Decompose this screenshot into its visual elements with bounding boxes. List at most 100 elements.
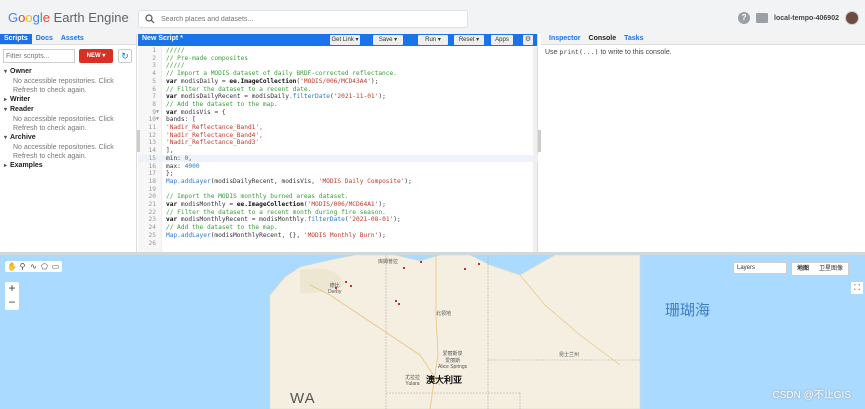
rectangle-icon[interactable]: ▭ <box>51 262 60 271</box>
code-line[interactable]: 18 Map.addLayer(modisDailyRecent, modisVi… <box>138 178 538 186</box>
line-number: 18 <box>148 177 156 185</box>
tab-tasks[interactable]: Tasks <box>620 34 647 44</box>
code-line[interactable]: 21 var modisMonthly = ee.ImageCollection(… <box>138 201 538 209</box>
zoom-in-button[interactable]: + <box>5 282 19 296</box>
code-text: var modisMonthlyRecent = modisMonthly.fi… <box>166 216 401 224</box>
code-line[interactable]: 15 min: 0, <box>138 154 538 163</box>
line-number: 21 <box>148 201 156 208</box>
search-box[interactable] <box>138 10 468 28</box>
earth-engine-logo[interactable]: Google Earth Engine <box>8 10 129 25</box>
code-line[interactable]: 11 'Nadir_Reflectance_Band1', <box>138 124 538 132</box>
layers-control[interactable]: Layers <box>733 262 787 274</box>
tab-docs[interactable]: Docs <box>32 34 57 44</box>
code-line[interactable]: 20 // Import the MODIS monthly burned are… <box>138 193 538 201</box>
code-line[interactable]: 22 // Filter the dataset to a recent mont… <box>138 209 538 217</box>
code-line[interactable]: 4 // Import a MODIS dataset of daily BRDF… <box>138 70 538 78</box>
code-line[interactable]: 10 ▼ bands: [ <box>138 116 538 124</box>
code-line[interactable]: 17}; <box>138 170 538 178</box>
project-selector[interactable]: local-tempo-406902 <box>774 15 839 22</box>
reset-label: Reset <box>458 37 475 43</box>
code-text: // Pre-made composites <box>166 54 248 62</box>
tree-empty-message: Refresh to check again. <box>13 125 87 132</box>
gear-icon[interactable]: ⚙ <box>523 35 533 45</box>
search-icon <box>145 14 155 24</box>
tab-inspector[interactable]: Inspector <box>545 34 585 44</box>
tree-node-label: Examples <box>10 162 43 169</box>
code-area[interactable]: 1 ///// 2 // Pre-made composites 3 ///// 4 // I… <box>138 47 538 252</box>
code-line[interactable]: 6 // Filter the dataset to a recent date. <box>138 86 538 94</box>
code-line[interactable]: 5 var modisDaily = ee.ImageCollection('MO… <box>138 78 538 86</box>
left-resize-handle[interactable] <box>137 130 140 152</box>
run-button[interactable]: Run ▾ <box>418 35 448 45</box>
line-number: 23 <box>148 216 156 224</box>
code-line[interactable]: 26 <box>138 240 538 248</box>
code-line[interactable]: 1 ///// <box>138 47 538 55</box>
code-line[interactable]: 8 // Add the dataset to the map. <box>138 101 538 109</box>
avatar[interactable] <box>845 11 859 25</box>
app-root: Google Earth Engine ? local-tempo-406902… <box>0 0 865 409</box>
reset-button[interactable]: Reset ▾ <box>454 35 484 45</box>
tree-node-archive[interactable]: ▾ Archive <box>4 133 134 143</box>
code-line[interactable]: 14], <box>138 147 538 155</box>
fullscreen-icon[interactable]: ⛶ <box>851 282 863 294</box>
code-line[interactable]: 24 // Add the dataset to the map. <box>138 224 538 232</box>
feedback-icon[interactable] <box>756 13 769 23</box>
help-icon[interactable]: ? <box>738 12 751 24</box>
code-line[interactable]: 16 max: 4000 <box>138 163 538 171</box>
filter-scripts-input[interactable] <box>3 49 75 63</box>
code-line[interactable]: 9 ▼ var modisVis = { <box>138 109 538 117</box>
fold-arrow-icon[interactable]: ▼ <box>156 109 162 117</box>
code-line[interactable]: 23 var modisMonthlyRecent = modisMonthly.… <box>138 216 538 224</box>
search-input[interactable] <box>161 13 461 26</box>
map-view[interactable]: ✋ ⚲ ∿ ⬠ ▭ + − Layers 地图 卫星图像 ⛶ 库姆普拉 德比 De… <box>0 255 865 409</box>
tree-node-writer[interactable]: ▸ Writer <box>4 95 134 105</box>
tab-console[interactable]: Console <box>585 34 621 44</box>
drawing-tools: ✋ ⚲ ∿ ⬠ ▭ <box>5 261 62 272</box>
code-line[interactable]: 2 // Pre-made composites <box>138 55 538 63</box>
script-tree: ▾ Owner No accessible repositories. Click R… <box>4 67 134 171</box>
console-pre: Use <box>545 49 560 56</box>
refresh-icon: ↻ <box>121 51 129 61</box>
tab-scripts[interactable]: Scripts <box>0 34 32 44</box>
run-label: Run <box>425 37 437 43</box>
new-button-label: NEW <box>86 53 101 59</box>
code-line[interactable]: 19 <box>138 186 538 194</box>
line-number: 16 <box>148 162 156 170</box>
hand-icon[interactable]: ✋ <box>7 262 17 271</box>
point-marker-icon[interactable]: ⚲ <box>18 262 27 271</box>
apps-button[interactable]: Apps <box>491 35 513 45</box>
get-link-button[interactable]: Get Link ▾ <box>330 35 360 45</box>
zoom-control: + − <box>5 282 19 310</box>
save-button[interactable]: Save ▾ <box>373 35 403 45</box>
map-type-map[interactable]: 地图 <box>792 263 814 275</box>
code-text: }; <box>166 170 174 178</box>
tree-node-owner[interactable]: ▾ Owner <box>4 67 134 77</box>
code-line[interactable]: 12 'Nadir_Reflectance_Band4', <box>138 132 538 140</box>
code-text: // Filter the dataset to a recent month … <box>166 208 386 216</box>
editor-scrollbar[interactable] <box>533 47 537 252</box>
tree-node-label: Reader <box>10 106 34 113</box>
code-line[interactable]: 7 var modisDailyRecent = modisDaily.filte… <box>138 93 538 101</box>
polygon-icon[interactable]: ⬠ <box>40 262 49 271</box>
map-place-label: 尤拉拉 Yulara <box>405 375 421 387</box>
code-text: // Add the dataset to the map. <box>166 100 278 108</box>
code-line[interactable]: 25 Map.addLayer(modisMonthlyRecent, {}, '… <box>138 232 538 240</box>
fold-arrow-icon[interactable]: ▼ <box>156 116 162 124</box>
app-header: Google Earth Engine ? local-tempo-406902 <box>0 0 865 34</box>
line-icon[interactable]: ∿ <box>29 262 38 271</box>
tree-node-examples[interactable]: ▸ Examples <box>4 161 134 171</box>
script-title[interactable]: New Script * <box>142 35 183 42</box>
code-text: // Add the dataset to the map. <box>166 224 278 232</box>
map-type-satellite[interactable]: 卫星图像 <box>814 263 848 275</box>
line-number: 5 <box>152 77 156 85</box>
line-number: 26 <box>148 239 156 247</box>
refresh-button[interactable]: ↻ <box>118 49 132 63</box>
zoom-out-button[interactable]: − <box>5 296 19 310</box>
tree-node-reader[interactable]: ▾ Reader <box>4 105 134 115</box>
dropdown-arrow-icon: ▾ <box>102 53 106 59</box>
map-type-toggle: 地图 卫星图像 <box>791 262 850 276</box>
new-button[interactable]: NEW ▾ <box>79 49 113 63</box>
code-line[interactable]: 3 ///// <box>138 62 538 70</box>
tab-assets[interactable]: Assets <box>57 34 88 44</box>
code-line[interactable]: 13 'Nadir_Reflectance_Band3' <box>138 139 538 147</box>
